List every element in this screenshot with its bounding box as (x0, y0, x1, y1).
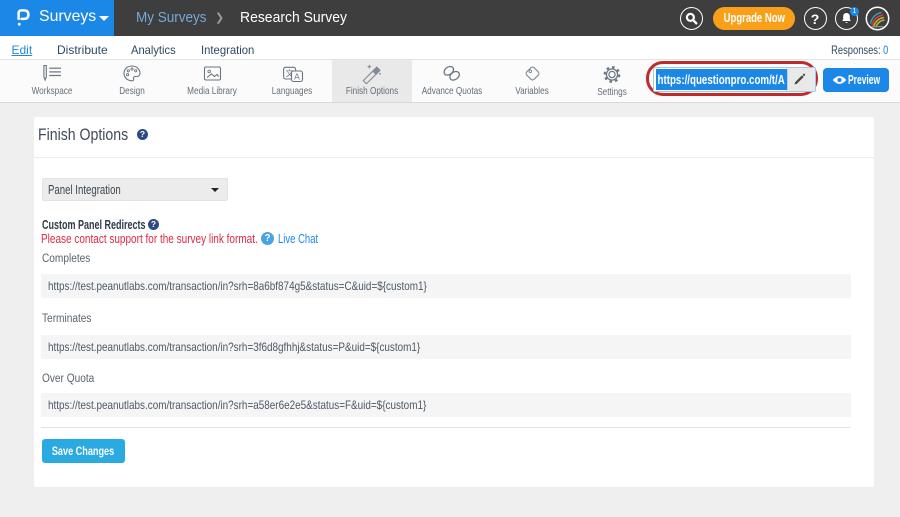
svg-text:A: A (294, 71, 300, 81)
